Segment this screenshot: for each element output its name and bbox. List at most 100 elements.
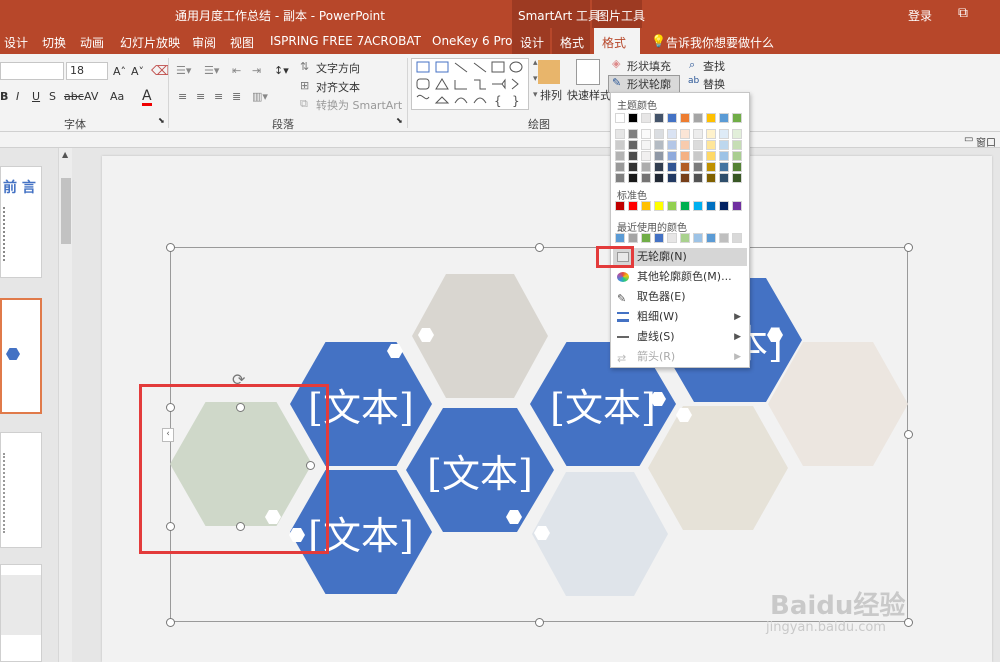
color-swatch[interactable] (641, 201, 651, 211)
resize-handle[interactable] (166, 618, 175, 627)
find-button[interactable]: 查找 (703, 58, 725, 76)
color-swatch[interactable] (680, 173, 690, 183)
color-swatch[interactable] (693, 140, 703, 150)
italic-button[interactable]: I (16, 90, 19, 108)
color-swatch[interactable] (667, 233, 677, 243)
color-swatch[interactable] (641, 173, 651, 183)
align-text-button[interactable]: 对齐文本 (316, 79, 360, 97)
tab-animations[interactable]: 动画 (80, 34, 104, 51)
color-swatch[interactable] (641, 233, 651, 243)
tab-smartart-format[interactable]: 格式 (552, 28, 590, 54)
tell-me-icon[interactable]: 💡 (651, 34, 666, 48)
color-swatch[interactable] (680, 140, 690, 150)
color-swatch[interactable] (732, 173, 742, 183)
color-swatch[interactable] (654, 113, 664, 123)
color-swatch[interactable] (693, 113, 703, 123)
justify-icon[interactable]: ≣ (232, 90, 241, 108)
eyedropper-item[interactable]: ✎ 取色器(E) (613, 288, 747, 306)
bullets-icon[interactable]: ☰▾ (176, 64, 191, 82)
color-swatch[interactable] (693, 151, 703, 161)
color-swatch[interactable] (732, 233, 742, 243)
color-swatch[interactable] (628, 129, 638, 139)
tab-design[interactable]: 设计 (4, 34, 28, 51)
shape-outline-menu[interactable]: 主题颜色 标准色 最近使用的颜色 无轮廓(N) 其他轮廓颜色(M)... ✎ 取… (610, 92, 750, 368)
thumbnail-scrollbar[interactable]: ▲ (58, 148, 72, 662)
color-swatch[interactable] (719, 140, 729, 150)
color-swatch[interactable] (732, 140, 742, 150)
more-colors-item[interactable]: 其他轮廓颜色(M)... (613, 268, 747, 286)
color-swatch[interactable] (641, 151, 651, 161)
color-swatch[interactable] (732, 151, 742, 161)
tab-picture-format[interactable]: 格式 (594, 28, 640, 54)
color-swatch[interactable] (667, 129, 677, 139)
color-swatch[interactable] (706, 162, 716, 172)
color-swatch[interactable] (706, 140, 716, 150)
color-swatch[interactable] (615, 140, 625, 150)
tab-acrobat[interactable]: ACROBAT (364, 34, 421, 48)
color-swatch[interactable] (667, 151, 677, 161)
color-swatch[interactable] (732, 162, 742, 172)
strikethrough-icon[interactable]: abc (64, 90, 84, 108)
color-swatch[interactable] (732, 113, 742, 123)
color-swatch[interactable] (719, 113, 729, 123)
color-swatch[interactable] (732, 129, 742, 139)
tab-view[interactable]: 视图 (230, 34, 254, 51)
tab-smartart-design[interactable]: 设计 (512, 28, 550, 54)
color-swatch[interactable] (719, 129, 729, 139)
resize-handle[interactable] (535, 243, 544, 252)
color-swatch[interactable] (641, 140, 651, 150)
color-swatch[interactable] (641, 129, 651, 139)
color-swatch[interactable] (615, 201, 625, 211)
color-swatch[interactable] (615, 162, 625, 172)
color-swatch[interactable] (654, 129, 664, 139)
slide-thumbnail[interactable]: 前 言 (0, 166, 42, 278)
convert-smartart-button[interactable]: 转换为 SmartArt (316, 97, 402, 115)
tab-slideshow[interactable]: 幻灯片放映 (120, 34, 180, 51)
arrange-icon[interactable] (538, 60, 560, 84)
color-swatch[interactable] (680, 201, 690, 211)
quick-styles-icon[interactable] (576, 59, 600, 85)
color-swatch[interactable] (693, 129, 703, 139)
text-direction-icon[interactable]: ⇅ (300, 60, 309, 78)
color-swatch[interactable] (719, 162, 729, 172)
color-swatch[interactable] (654, 162, 664, 172)
change-case-button[interactable]: Aa (110, 90, 124, 108)
color-swatch[interactable] (615, 129, 625, 139)
color-swatch[interactable] (719, 151, 729, 161)
color-swatch[interactable] (680, 162, 690, 172)
shape-fill-button[interactable]: 形状填充 (627, 58, 671, 76)
increase-indent-icon[interactable]: ⇥ (252, 64, 261, 82)
color-swatch[interactable] (706, 129, 716, 139)
color-swatch[interactable] (667, 162, 677, 172)
line-spacing-icon[interactable]: ↕▾ (274, 64, 289, 82)
window-option-icon[interactable]: ▭ (964, 134, 973, 145)
arrange-button[interactable]: 排列 (540, 87, 562, 105)
color-swatch[interactable] (615, 151, 625, 161)
color-swatch[interactable] (719, 173, 729, 183)
align-center-icon[interactable]: ≡ (196, 90, 205, 108)
font-size-box[interactable]: 18 (66, 62, 108, 80)
shapes-more-icon[interactable]: ▾ (533, 90, 538, 108)
color-swatch[interactable] (719, 201, 729, 211)
find-icon[interactable]: ⌕ (689, 58, 695, 76)
color-swatch[interactable] (628, 113, 638, 123)
tab-onekey[interactable]: OneKey 6 Pro (432, 34, 513, 48)
color-swatch[interactable] (693, 233, 703, 243)
smartart-convert-icon[interactable]: ⧉ (300, 97, 308, 115)
color-swatch[interactable] (654, 151, 664, 161)
color-swatch[interactable] (628, 201, 638, 211)
dashes-item[interactable]: 虚线(S) ▶ (613, 328, 747, 346)
resize-handle[interactable] (904, 243, 913, 252)
color-swatch[interactable] (628, 140, 638, 150)
color-swatch[interactable] (628, 162, 638, 172)
color-swatch[interactable] (706, 113, 716, 123)
color-swatch[interactable] (680, 151, 690, 161)
color-swatch[interactable] (615, 233, 625, 243)
align-text-icon[interactable]: ⊞ (300, 79, 309, 97)
color-swatch[interactable] (706, 151, 716, 161)
tab-transitions[interactable]: 切换 (42, 34, 66, 51)
color-swatch[interactable] (706, 233, 716, 243)
columns-icon[interactable]: ▥▾ (252, 90, 268, 108)
tab-ispring[interactable]: ISPRING FREE 7 (270, 34, 364, 48)
quick-styles-button[interactable]: 快速样式 (567, 87, 611, 105)
